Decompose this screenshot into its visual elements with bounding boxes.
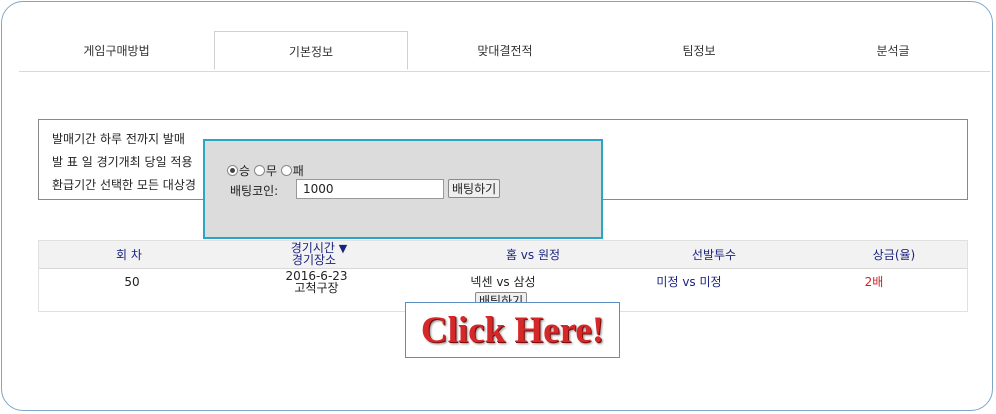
- header-venue: 경기장소: [291, 253, 337, 267]
- tab-basic-info[interactable]: 기본정보: [214, 31, 408, 70]
- cell-prize: 2배: [864, 275, 884, 289]
- radio-draw[interactable]: [253, 165, 265, 176]
- cell-venue: 고척구장: [294, 281, 339, 295]
- cell-round: 50: [124, 275, 140, 289]
- result-radio-group: 승 무 패: [227, 162, 304, 179]
- tab-head-to-head[interactable]: 맞대결전적: [408, 31, 602, 70]
- header-prize: 상금(율): [872, 248, 916, 262]
- radio-win-label[interactable]: 승: [239, 164, 250, 178]
- bet-coin-input[interactable]: [296, 179, 444, 199]
- tab-team-info[interactable]: 팀정보: [602, 31, 796, 70]
- tab-bar: 게임구매방법 기본정보 맞대결전적 팀정보 분석글: [19, 31, 990, 72]
- header-match: 홈 vs 원정: [505, 248, 561, 262]
- radio-win[interactable]: [227, 165, 238, 176]
- radio-draw-label[interactable]: 무: [266, 164, 277, 178]
- tab-how-to-buy[interactable]: 게임구매방법: [19, 31, 214, 70]
- bet-popup: 승 무 패 배팅코인: 배팅하기: [203, 139, 603, 239]
- click-here-banner[interactable]: Click Here!: [405, 302, 620, 358]
- click-here-text[interactable]: Click Here!: [406, 309, 619, 353]
- radio-lose[interactable]: [280, 165, 292, 176]
- bet-coin-label: 배팅코인:: [230, 184, 279, 198]
- popup-bet-button[interactable]: 배팅하기: [448, 179, 501, 198]
- radio-lose-label[interactable]: 패: [293, 164, 304, 178]
- cell-pitchers: 미정 vs 미정: [656, 275, 722, 289]
- cell-match: 넥센 vs 삼성: [470, 275, 536, 289]
- header-round: 회 차: [116, 248, 142, 262]
- tab-analysis[interactable]: 분석글: [796, 31, 990, 70]
- table-header: 회 차 경기시간 ▼ 경기장소 홈 vs 원정 선발투수 상금(율): [39, 241, 967, 269]
- header-pitchers: 선발투수: [691, 248, 737, 262]
